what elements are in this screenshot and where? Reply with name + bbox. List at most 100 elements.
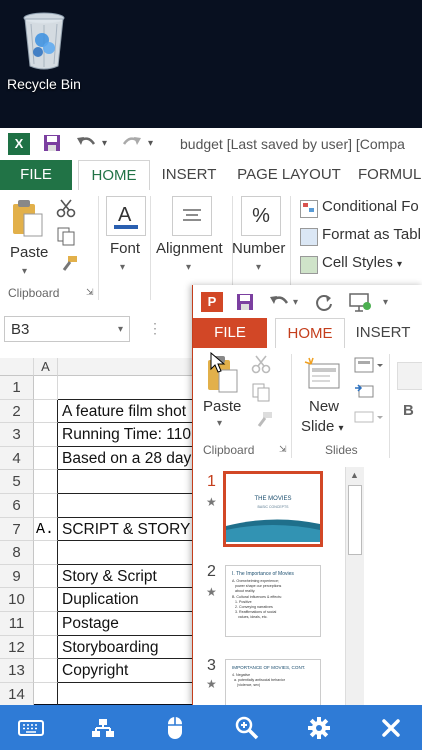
settings-icon[interactable] <box>294 705 344 750</box>
paste-label[interactable]: Paste <box>10 244 48 261</box>
undo-icon[interactable] <box>74 132 98 156</box>
undo-dropdown-icon[interactable]: ▾ <box>102 138 107 162</box>
bold-button[interactable]: B <box>403 402 414 419</box>
paste-icon[interactable] <box>10 198 44 243</box>
cell-a[interactable] <box>34 423 58 447</box>
redo-icon[interactable] <box>120 132 144 156</box>
cell-a[interactable] <box>34 470 58 494</box>
row-number[interactable]: 10 <box>0 588 34 612</box>
paste-label[interactable]: Paste <box>203 398 241 415</box>
row-number[interactable]: 3 <box>0 423 34 447</box>
zoom-icon[interactable] <box>222 705 272 750</box>
tab-insert[interactable]: INSERT <box>156 160 222 190</box>
clipboard-launcher-icon[interactable]: ⇲ <box>279 444 287 455</box>
cell-styles-button[interactable]: Cell Styles ▾ <box>322 254 402 271</box>
repeat-icon[interactable] <box>313 291 335 318</box>
qat-more-icon[interactable]: ▾ <box>383 297 388 308</box>
excel-ribbon-tabs: FILE HOME INSERT PAGE LAYOUT FORMUL <box>0 160 422 192</box>
save-icon[interactable] <box>235 291 255 318</box>
new-slide-button[interactable]: Slide ▾ <box>301 418 344 435</box>
conditional-formatting-button[interactable]: Conditional Fo <box>322 198 419 215</box>
tab-file[interactable]: FILE <box>0 160 72 190</box>
tab-home[interactable]: HOME <box>78 160 150 192</box>
scrollbar-thumb[interactable] <box>348 485 362 555</box>
alignment-icon[interactable] <box>172 196 212 236</box>
tab-file[interactable]: FILE <box>193 318 267 348</box>
row-number[interactable]: 1 <box>0 376 34 400</box>
row-number[interactable]: 5 <box>0 470 34 494</box>
star-icon: ★ <box>206 585 217 599</box>
paste-dropdown-icon[interactable]: ▾ <box>217 418 222 429</box>
row-number[interactable]: 2 <box>0 399 34 424</box>
qat-more-icon[interactable]: ▾ <box>148 138 153 162</box>
undo-icon[interactable] <box>267 291 291 318</box>
cell-a[interactable] <box>34 376 58 400</box>
row-number[interactable]: 12 <box>0 635 34 660</box>
select-all-corner[interactable] <box>0 358 34 376</box>
cell-a[interactable] <box>34 612 58 636</box>
new-slide-icon[interactable] <box>303 356 343 397</box>
save-icon[interactable] <box>42 132 62 156</box>
clipboard-launcher-icon[interactable]: ⇲ <box>86 287 94 298</box>
cut-icon[interactable] <box>56 198 76 223</box>
row-number[interactable]: 7 <box>0 517 34 542</box>
new-slide-label-line1[interactable]: New <box>309 398 339 415</box>
row-number[interactable]: 4 <box>0 446 34 471</box>
format-painter-icon[interactable] <box>60 254 80 279</box>
row-number[interactable]: 13 <box>0 659 34 683</box>
tab-page-layout[interactable]: PAGE LAYOUT <box>232 160 346 190</box>
row-number[interactable]: 6 <box>0 494 34 518</box>
cell-a[interactable] <box>34 494 58 518</box>
cut-icon[interactable] <box>251 354 271 379</box>
cell-a[interactable] <box>34 446 58 471</box>
slide-thumbnail-2[interactable]: I. The Importance of Movies A. Overwhelm… <box>225 565 321 637</box>
paste-dropdown-icon[interactable]: ▾ <box>22 266 27 277</box>
section-icon[interactable] <box>353 408 383 431</box>
name-box[interactable]: B3 ▾ <box>4 316 130 342</box>
cell-a[interactable]: A. <box>34 517 58 542</box>
font-dropdown-icon[interactable]: ▾ <box>120 262 125 273</box>
row-number[interactable]: 14 <box>0 682 34 707</box>
formula-bar-more-icon[interactable]: ⋮ <box>148 320 162 337</box>
row-number[interactable]: 8 <box>0 541 34 565</box>
font-box[interactable] <box>397 362 422 390</box>
mouse-icon[interactable] <box>150 705 200 750</box>
close-icon[interactable] <box>366 705 416 750</box>
slide-thumbnail-1[interactable]: THE MOVIES BASIC CONCEPTS <box>223 471 323 547</box>
format-as-table-button[interactable]: Format as Tabl <box>322 226 421 243</box>
thumbnail-scrollbar[interactable]: ▲ <box>345 467 364 705</box>
slide-thumbnail-3[interactable]: IMPORTANCE OF MOVIES, CONT. 4. Negative … <box>225 659 321 707</box>
tab-home[interactable]: HOME <box>275 318 345 350</box>
column-header-a[interactable]: A <box>34 358 58 376</box>
start-slideshow-icon[interactable] <box>347 291 373 318</box>
keyboard-icon[interactable] <box>6 705 56 750</box>
number-format-icon[interactable]: % <box>241 196 281 236</box>
number-group-button[interactable]: Number <box>232 240 285 257</box>
scroll-up-icon[interactable]: ▲ <box>350 470 359 480</box>
network-icon[interactable] <box>78 705 128 750</box>
cell-a[interactable] <box>34 564 58 589</box>
undo-dropdown-icon[interactable]: ▾ <box>293 297 298 308</box>
copy-icon[interactable] <box>56 226 80 251</box>
reset-slide-icon[interactable] <box>353 382 375 405</box>
tab-insert[interactable]: INSERT <box>349 318 417 348</box>
copy-icon[interactable] <box>251 382 275 407</box>
number-dropdown-icon[interactable]: ▾ <box>256 262 261 273</box>
cell-a[interactable] <box>34 541 58 565</box>
row-number[interactable]: 9 <box>0 564 34 589</box>
tab-formulas[interactable]: FORMUL <box>358 160 422 190</box>
cell-a[interactable] <box>34 399 58 424</box>
layout-icon[interactable] <box>353 356 383 379</box>
recycle-bin[interactable]: Recycle Bin <box>6 10 82 92</box>
cell-a[interactable] <box>34 588 58 612</box>
row-number[interactable]: 11 <box>0 612 34 636</box>
alignment-group-button[interactable]: Alignment <box>156 240 223 257</box>
cell-a[interactable] <box>34 635 58 660</box>
alignment-dropdown-icon[interactable]: ▾ <box>186 262 191 273</box>
cell-a[interactable] <box>34 682 58 707</box>
cell-a[interactable] <box>34 659 58 683</box>
font-color-icon[interactable]: A <box>106 196 146 236</box>
name-box-dropdown-icon[interactable]: ▾ <box>118 317 123 343</box>
font-group-button[interactable]: Font <box>110 240 140 257</box>
format-painter-icon[interactable] <box>255 410 275 435</box>
